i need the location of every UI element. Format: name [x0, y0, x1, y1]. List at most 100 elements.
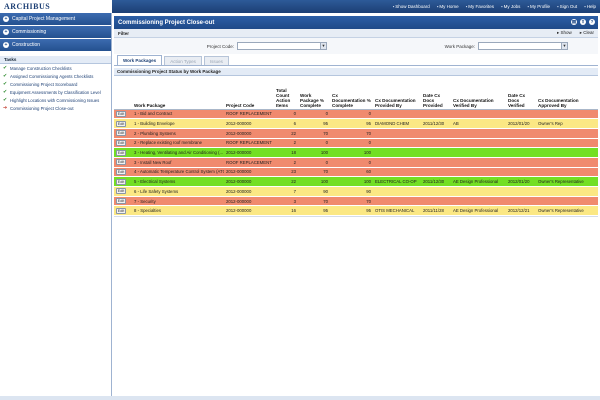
edit-button[interactable]: Edit	[116, 149, 126, 156]
cell-date-verified: 2012/01/20	[506, 118, 536, 129]
nav-section-commissioning[interactable]: + Commissioning	[0, 26, 111, 39]
task-assigned-agents-checklists[interactable]: ✔ Assigned Commissioning Agents Checklis…	[0, 72, 111, 80]
help-icon[interactable]: ?	[589, 19, 595, 25]
cell-provided-by	[373, 147, 421, 158]
edit-button[interactable]: Edit	[116, 110, 126, 117]
grid-empty-area	[114, 216, 598, 377]
cell-project-code: 2012-000000	[224, 118, 274, 129]
show-dashboard-link[interactable]: ▪Show Dashboard	[393, 4, 430, 9]
cell-cx-complete: 95	[330, 205, 373, 217]
column-header-provided-by[interactable]: Cx Documentation Provided By	[373, 76, 421, 110]
top-bar: ARCHIBUS ▪Show Dashboard ▪My Home ▪My Fa…	[0, 0, 600, 13]
column-header-verified-by[interactable]: Cx Documentation Verified By	[451, 76, 506, 110]
edit-cell: Edit	[114, 138, 132, 149]
tab-issues[interactable]: Issues	[203, 56, 229, 65]
task-project-close-out[interactable]: ➔ Commissioning Project Close-out	[0, 104, 111, 112]
cell-date-provided	[421, 147, 451, 158]
cell-date-provided	[421, 196, 451, 207]
nav-section-construction[interactable]: + Construction	[0, 39, 111, 52]
column-header-total-count[interactable]: Total Count Action Items	[274, 76, 298, 110]
column-header-work-package[interactable]: Work Package	[132, 76, 224, 110]
cell-work-package: 1 - Bid and Contract	[132, 109, 224, 120]
edit-button[interactable]: Edit	[116, 159, 126, 166]
edit-button[interactable]: Edit	[116, 168, 126, 175]
task-manage-construction-checklists[interactable]: ✔ Manage Construction Checklists	[0, 64, 111, 72]
cell-verified-by: AE Design Professional	[451, 205, 506, 217]
cell-date-verified	[506, 109, 536, 120]
cell-verified-by	[451, 157, 506, 168]
task-highlight-locations[interactable]: ✔ Highlight Locations with Commissioning…	[0, 96, 111, 104]
tab-work-packages[interactable]: Work Packages	[117, 55, 163, 65]
cell-work-package: 4 - Automatic Temperature Control System…	[132, 167, 224, 178]
cell-verified-by	[451, 147, 506, 158]
cell-wp-complete: 95	[298, 205, 330, 217]
table-row[interactable]: Edit 4 - Automatic Temperature Control Sy…	[114, 167, 598, 178]
clear-button[interactable]: ▸ Clear	[580, 30, 594, 36]
table-row[interactable]: Edit 8 - Specialties 2012-000000 16 95 95 OTIS…	[114, 205, 598, 217]
edit-button[interactable]: Edit	[116, 130, 126, 137]
tab-action-types[interactable]: Action Types	[164, 56, 202, 65]
cell-approved-by	[536, 138, 598, 149]
work-package-select[interactable]: ▼	[478, 42, 568, 50]
column-header-date-verified[interactable]: Date Cx Docs Verified	[506, 76, 536, 110]
edit-button[interactable]: Edit	[116, 120, 126, 127]
table-row[interactable]: Edit 5 - Electrical Systems 2012-000000 22 1…	[114, 176, 598, 187]
my-favorites-link[interactable]: ▪My Favorites	[466, 4, 494, 9]
cell-wp-complete: 100	[298, 176, 330, 187]
task-project-scoreboard[interactable]: ✔ Commissioning Project Scoreboard	[0, 80, 111, 88]
cell-date-provided	[421, 109, 451, 120]
table-row[interactable]: Edit 3 - Heating, Ventilating and Air Con…	[114, 147, 598, 158]
table-row[interactable]: Edit 3 - Install New Roof ROOF REPLACEMENT…	[114, 157, 598, 168]
column-header-project-code[interactable]: Project Code	[224, 76, 274, 110]
cell-work-package: 8 - Specialties	[132, 205, 224, 217]
cell-provided-by	[373, 138, 421, 149]
cell-cx-complete: 100	[330, 176, 373, 187]
panel-title-bar: Commissioning Project Close-out ▤ ⇪ ?	[114, 16, 598, 29]
cell-total-count: 16	[274, 205, 298, 217]
my-home-link[interactable]: ▪My Home	[437, 4, 459, 9]
table-row[interactable]: Edit 1 - Bid and Contract ROOF REPLACEMENT…	[114, 109, 598, 120]
my-profile-label: My Profile	[529, 4, 550, 9]
cell-total-count: 22	[274, 176, 298, 187]
cell-project-code: 2012-000000	[224, 128, 274, 139]
cell-cx-complete: 0	[330, 157, 373, 168]
my-home-label: My Home	[439, 4, 459, 9]
cell-provided-by	[373, 186, 421, 197]
edit-button[interactable]: Edit	[116, 139, 126, 146]
cell-provided-by: OTIS MECHANICAL	[373, 205, 421, 217]
project-code-select[interactable]: ▼	[237, 42, 327, 50]
edit-button[interactable]: Edit	[116, 198, 126, 205]
table-row[interactable]: Edit 1 - Building Envelope 2012-000000 6 95 9…	[114, 118, 598, 129]
column-header-cx-complete[interactable]: Cx Documentation % Complete	[330, 76, 373, 110]
show-button[interactable]: ▸ Show	[557, 30, 572, 36]
export-icon[interactable]: ⇪	[580, 19, 586, 25]
edit-button[interactable]: Edit	[116, 188, 126, 195]
help-link[interactable]: ▪Help	[584, 4, 596, 9]
grid-title: Commissioning Project Status by Work Pac…	[114, 68, 598, 76]
check-icon: ✔	[3, 81, 8, 87]
main-panel: Commissioning Project Close-out ▤ ⇪ ? Fi…	[114, 16, 598, 400]
my-profile-link[interactable]: ▪My Profile	[527, 4, 550, 9]
edit-button[interactable]: Edit	[116, 207, 126, 214]
table-row[interactable]: Edit 6 - Life Safety Systems 2012-000000 7 9…	[114, 186, 598, 197]
cell-approved-by	[536, 196, 598, 207]
bullet-icon: ▪	[501, 4, 503, 9]
cell-wp-complete: 90	[298, 186, 330, 197]
bullet-icon: ▪	[392, 4, 395, 9]
column-header-wp-complete[interactable]: Work Package % Complete	[298, 76, 330, 110]
my-favorites-label: My Favorites	[468, 4, 494, 9]
print-icon[interactable]: ▤	[571, 19, 577, 25]
column-header-date-provided[interactable]: Date Cx Docs Provided	[421, 76, 451, 110]
column-header-approved-by[interactable]: Cx Documentation Approved By	[536, 76, 598, 110]
nav-section-capital-project[interactable]: + Capital Project Management	[0, 13, 111, 26]
task-equipment-assessments[interactable]: ✔ Equipment Assessments by Classificatio…	[0, 88, 111, 96]
status-table: Work Package Project Code Total Count Ac…	[114, 76, 598, 217]
sign-out-link[interactable]: ▪Sign Out	[557, 4, 577, 9]
table-row[interactable]: Edit 7 - Security 2012-000000 3 70 70	[114, 196, 598, 207]
edit-button[interactable]: Edit	[116, 178, 126, 185]
table-row[interactable]: Edit 2 - Replace existing roof membrane RO…	[114, 138, 598, 149]
my-jobs-link[interactable]: ▪My Jobs	[501, 4, 520, 9]
cell-wp-complete: 0	[298, 109, 330, 120]
table-header-row: Work Package Project Code Total Count Ac…	[114, 76, 598, 110]
table-row[interactable]: Edit 2 - Plumbing Systems 2012-000000 22 70 7…	[114, 128, 598, 139]
